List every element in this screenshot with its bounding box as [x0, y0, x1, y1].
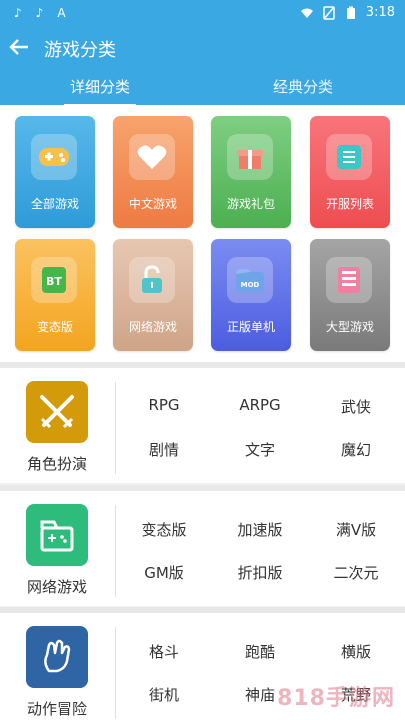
category-grid: 全部游戏 中文游戏 游戏礼包 开服列表 BT 变态版 网络游戏 MOD 正版单机: [0, 105, 405, 362]
genre-section: 角色扮演 RPG ARPG 武侠 剧情 文字 魔幻: [0, 368, 405, 483]
category-card[interactable]: BT 变态版: [15, 239, 95, 351]
battery-icon: [344, 6, 358, 20]
watermark: 818手游网: [277, 686, 395, 711]
swords-icon: [26, 381, 88, 443]
category-card[interactable]: 开服列表: [310, 116, 390, 228]
server-icon: [326, 257, 372, 303]
game-tab-icon: [26, 504, 88, 566]
genre-tag[interactable]: 街机: [123, 684, 205, 705]
genre-tag[interactable]: GM版: [123, 562, 205, 583]
unlock-icon: [129, 257, 175, 303]
svg-text:BT: BT: [46, 275, 62, 288]
list-icon: [326, 134, 372, 180]
no-sim-icon: [322, 5, 336, 20]
tab-detail[interactable]: 详细分类: [63, 76, 137, 107]
category-card[interactable]: 网络游戏: [113, 239, 193, 351]
separator: [115, 627, 116, 719]
genre-tag[interactable]: 文字: [219, 439, 301, 460]
font-a-icon: A: [57, 6, 66, 20]
genre-tag[interactable]: 格斗: [123, 641, 205, 662]
category-card[interactable]: 游戏礼包: [211, 116, 291, 228]
back-arrow-icon[interactable]: [8, 36, 30, 58]
section-title: 角色扮演: [26, 455, 87, 473]
genre-tag[interactable]: 满V版: [315, 519, 397, 540]
category-card[interactable]: 中文游戏: [113, 116, 193, 228]
genre-tag[interactable]: RPG: [123, 396, 205, 414]
wifi-icon: [300, 6, 314, 20]
genre-tag[interactable]: 变态版: [123, 519, 205, 540]
svg-text:MOD: MOD: [241, 281, 260, 289]
separator: [115, 382, 116, 474]
genre-tag[interactable]: 折扣版: [219, 562, 301, 583]
hand-icon: [26, 626, 88, 688]
mod-icon: MOD: [227, 257, 273, 303]
status-time: 3:18: [365, 5, 395, 20]
section-title: 网络游戏: [26, 578, 87, 596]
tiktok-icon: ♪: [14, 6, 22, 20]
genre-section: 网络游戏 变态版 加速版 满V版 GM版 折扣版 二次元: [0, 491, 405, 606]
section-title: 动作冒险: [26, 700, 87, 718]
genre-tag[interactable]: 二次元: [315, 562, 397, 583]
tiktok-icon: ♪: [35, 6, 44, 20]
app-bar: 游戏分类 详细分类 经典分类: [0, 28, 405, 107]
genre-tag[interactable]: 横版: [315, 641, 397, 662]
category-card[interactable]: MOD 正版单机: [211, 239, 291, 351]
category-card[interactable]: 大型游戏: [310, 239, 390, 351]
genre-tag[interactable]: ARPG: [219, 396, 301, 414]
tab-classic[interactable]: 经典分类: [273, 76, 333, 97]
page-title: 游戏分类: [44, 40, 116, 61]
genre-tag[interactable]: 剧情: [123, 439, 205, 460]
genre-tag[interactable]: 加速版: [219, 519, 301, 540]
heart-icon: [129, 134, 175, 180]
gift-icon: [227, 134, 273, 180]
separator: [115, 505, 116, 597]
genre-tag[interactable]: 跑酷: [219, 641, 301, 662]
bt-icon: BT: [31, 257, 77, 303]
status-bar: ♪ ♪ A 3:18: [0, 0, 405, 28]
category-card[interactable]: 全部游戏: [15, 116, 95, 228]
gamepad-icon: [31, 134, 77, 180]
genre-tag[interactable]: 魔幻: [315, 439, 397, 460]
genre-tag[interactable]: 武侠: [315, 396, 397, 417]
